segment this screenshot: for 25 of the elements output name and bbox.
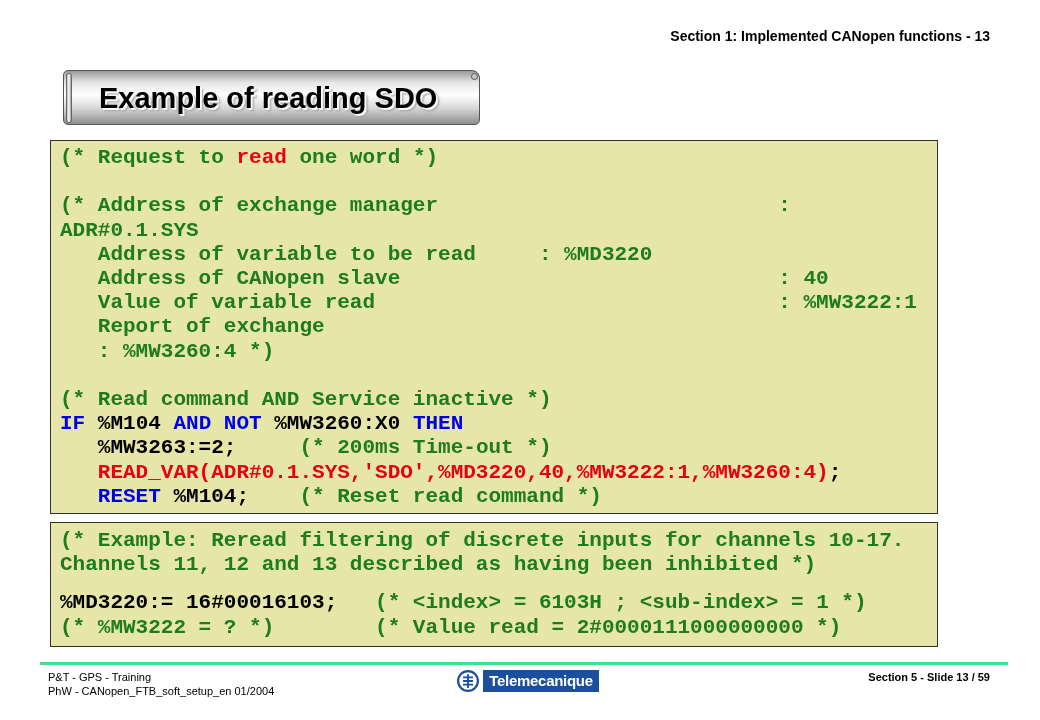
logo-wordmark: Telemecanique (483, 670, 599, 692)
logo-icon (457, 670, 480, 692)
code-line: %MW3263:=2; (* 200ms Time-out *) (96, 436, 552, 461)
code-line: (* Request to read one word *) (60, 146, 439, 171)
code-line: (* Address of exchange manager : (60, 194, 791, 219)
code-line: (* Example: Reread filtering of discrete inputs for channels 10-17. (60, 529, 905, 554)
slide-title: Example of reading SDO (99, 81, 439, 115)
code-line: IF %M104 AND NOT %MW3260:X0 THEN (60, 412, 464, 437)
code-line: Value of variable read : %MW3222:1 (96, 291, 917, 316)
code-line: READ_VAR(ADR#0.1.SYS,'SDO',%MD3220,40,%MW3222:1,%MW3260:4); (96, 460, 842, 485)
code-line: %MD3220:= 16#00016103; (* <index> = 6103H ; <sub-index> = 1 *) (60, 591, 867, 616)
code-line: (* Read command AND Service inactive *) (60, 388, 552, 413)
scroll-roll (66, 73, 72, 123)
code-line: Address of CANopen slave : 40 (96, 267, 829, 292)
footer-text: P&T - GPS - Training (48, 670, 152, 684)
code-line: ADR#0.1.SYS (60, 218, 199, 243)
section-heading: Section 1: Implemented CANopen functions - 13 (670, 28, 990, 44)
code-line: Report of exchange (96, 315, 325, 340)
code-line: RESET %M104; (* Reset read command *) (96, 484, 602, 509)
slide-number: Section 5 - Slide 13 / 59 (868, 670, 990, 684)
footer-text: PhW - CANopen_FTB_soft_setup_en 01/2004 (48, 684, 275, 698)
code-line: : %MW3260:4 *) (96, 339, 275, 364)
code-line: Address of variable to be read : %MD3220 (96, 242, 653, 267)
code-line: Channels 11, 12 and 13 described as having been inhibited *) (60, 553, 817, 578)
code-line: (* %MW3222 = ? *) (* Value read = 2#0000111000000000 *) (60, 615, 842, 640)
